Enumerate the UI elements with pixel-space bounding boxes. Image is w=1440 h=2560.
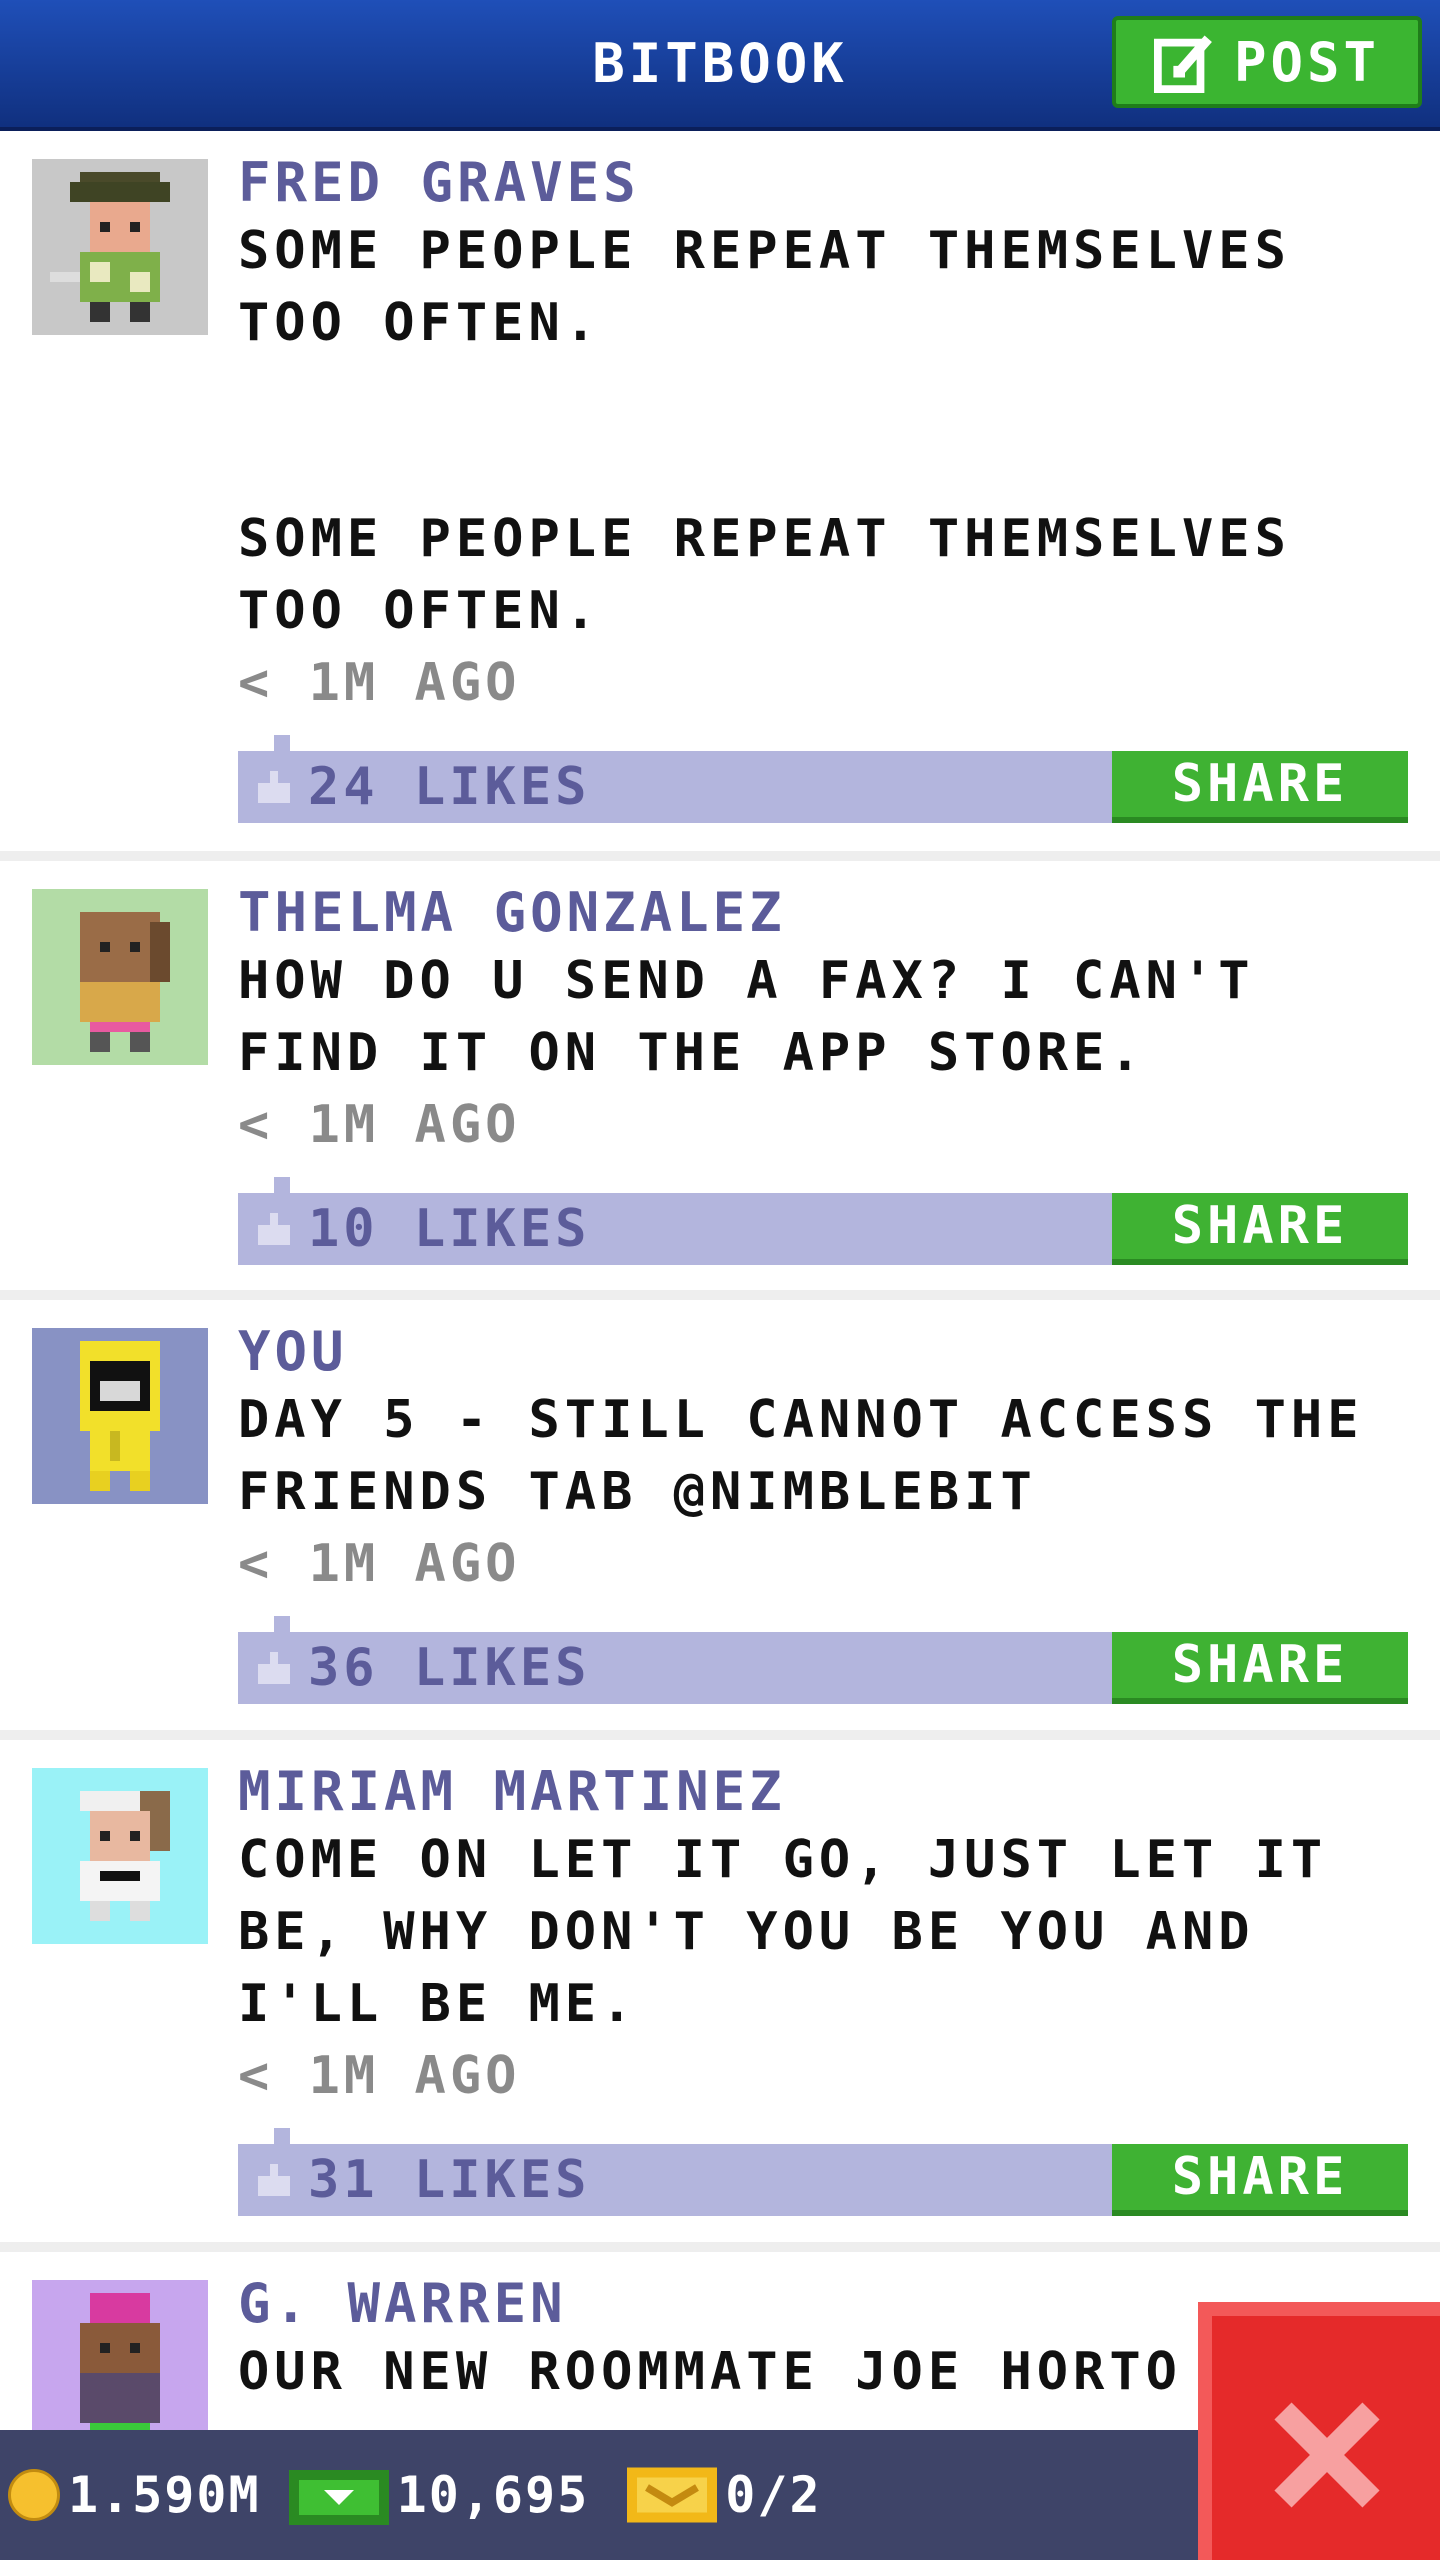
post-text: SOME PEOPLE REPEAT THEMSELVES TOO OFTEN.… [238, 221, 1291, 641]
like-button[interactable]: 36 LIKES [254, 1632, 590, 1704]
thumbs-up-icon [258, 1213, 290, 1245]
likes-count: 31 LIKES [308, 2150, 591, 2210]
avatar[interactable] [32, 1768, 208, 1944]
post-button-label: POST [1233, 30, 1381, 94]
like-bar: 10 LIKES SHARE [238, 1177, 1408, 1265]
share-button[interactable]: SHARE [1112, 1632, 1408, 1704]
likes-count: 10 LIKES [308, 1199, 591, 1259]
post-text: DAY 5 - STILL CANNOT ACCESS THE FRIENDS … [238, 1390, 1400, 1522]
app-title: BITBOOK [592, 32, 848, 95]
post-author[interactable]: YOU [238, 1320, 1410, 1384]
avatar[interactable] [32, 159, 208, 335]
post-timestamp: < 1M AGO [238, 653, 521, 713]
avatar[interactable] [32, 1328, 208, 1504]
feed-post: YOU DAY 5 - STILL CANNOT ACCESS THE FRIE… [0, 1300, 1440, 1740]
thumbs-up-icon [258, 2164, 290, 2196]
post-timestamp: < 1M AGO [238, 1095, 521, 1155]
share-button[interactable]: SHARE [1112, 751, 1408, 823]
coins-value: 1.590M [68, 2466, 261, 2524]
post-author[interactable]: FRED GRAVES [238, 151, 1410, 215]
thumbs-up-icon [258, 771, 290, 803]
share-button[interactable]: SHARE [1112, 2144, 1408, 2216]
post-text: COME ON LET IT GO, JUST LET IT BE, WHY D… [238, 1830, 1364, 2034]
like-button[interactable]: 24 LIKES [254, 751, 590, 823]
feed-post: THELMA GONZALEZ HOW DO U SEND A FAX? I C… [0, 861, 1440, 1300]
avatar[interactable] [32, 889, 208, 1065]
bux-value: 10,695 [396, 2466, 590, 2524]
bux-stat: 10,695 [269, 2465, 590, 2525]
close-icon [1274, 2402, 1380, 2508]
edit-icon [1153, 35, 1212, 93]
tickets-value: 0/2 [725, 2466, 822, 2524]
feed-post: MIRIAM MARTINEZ COME ON LET IT GO, JUST … [0, 1740, 1440, 2252]
post-text: HOW DO U SEND A FAX? I CAN'T FIND IT ON … [238, 951, 1291, 1083]
feed-list[interactable]: FRED GRAVES SOME PEOPLE REPEAT THEMSELVE… [0, 131, 1440, 2552]
feed-post: FRED GRAVES SOME PEOPLE REPEAT THEMSELVE… [0, 131, 1440, 861]
thumbs-up-icon [258, 1652, 290, 1684]
share-button[interactable]: SHARE [1112, 1193, 1408, 1265]
like-bar: 24 LIKES SHARE [238, 735, 1408, 823]
likes-count: 36 LIKES [308, 1638, 591, 1698]
post-button[interactable]: POST [1112, 16, 1422, 108]
tickets-stat: 0/2 [597, 2466, 821, 2524]
post-timestamp: < 1M AGO [238, 1534, 521, 1594]
bux-icon [288, 2470, 389, 2525]
app-header: BITBOOK POST [0, 0, 1440, 131]
post-author[interactable]: THELMA GONZALEZ [238, 881, 1410, 945]
like-bar: 31 LIKES SHARE [238, 2128, 1408, 2216]
like-bar: 36 LIKES SHARE [238, 1616, 1408, 1704]
close-button[interactable] [1198, 2302, 1440, 2560]
ticket-icon [627, 2467, 718, 2523]
post-author[interactable]: MIRIAM MARTINEZ [238, 1760, 1410, 1824]
like-button[interactable]: 10 LIKES [254, 1193, 590, 1265]
post-timestamp: < 1M AGO [238, 2046, 521, 2106]
like-button[interactable]: 31 LIKES [254, 2144, 590, 2216]
coin-icon [8, 2469, 60, 2521]
likes-count: 24 LIKES [308, 757, 591, 817]
coins-stat: 1.590M [8, 2466, 261, 2524]
